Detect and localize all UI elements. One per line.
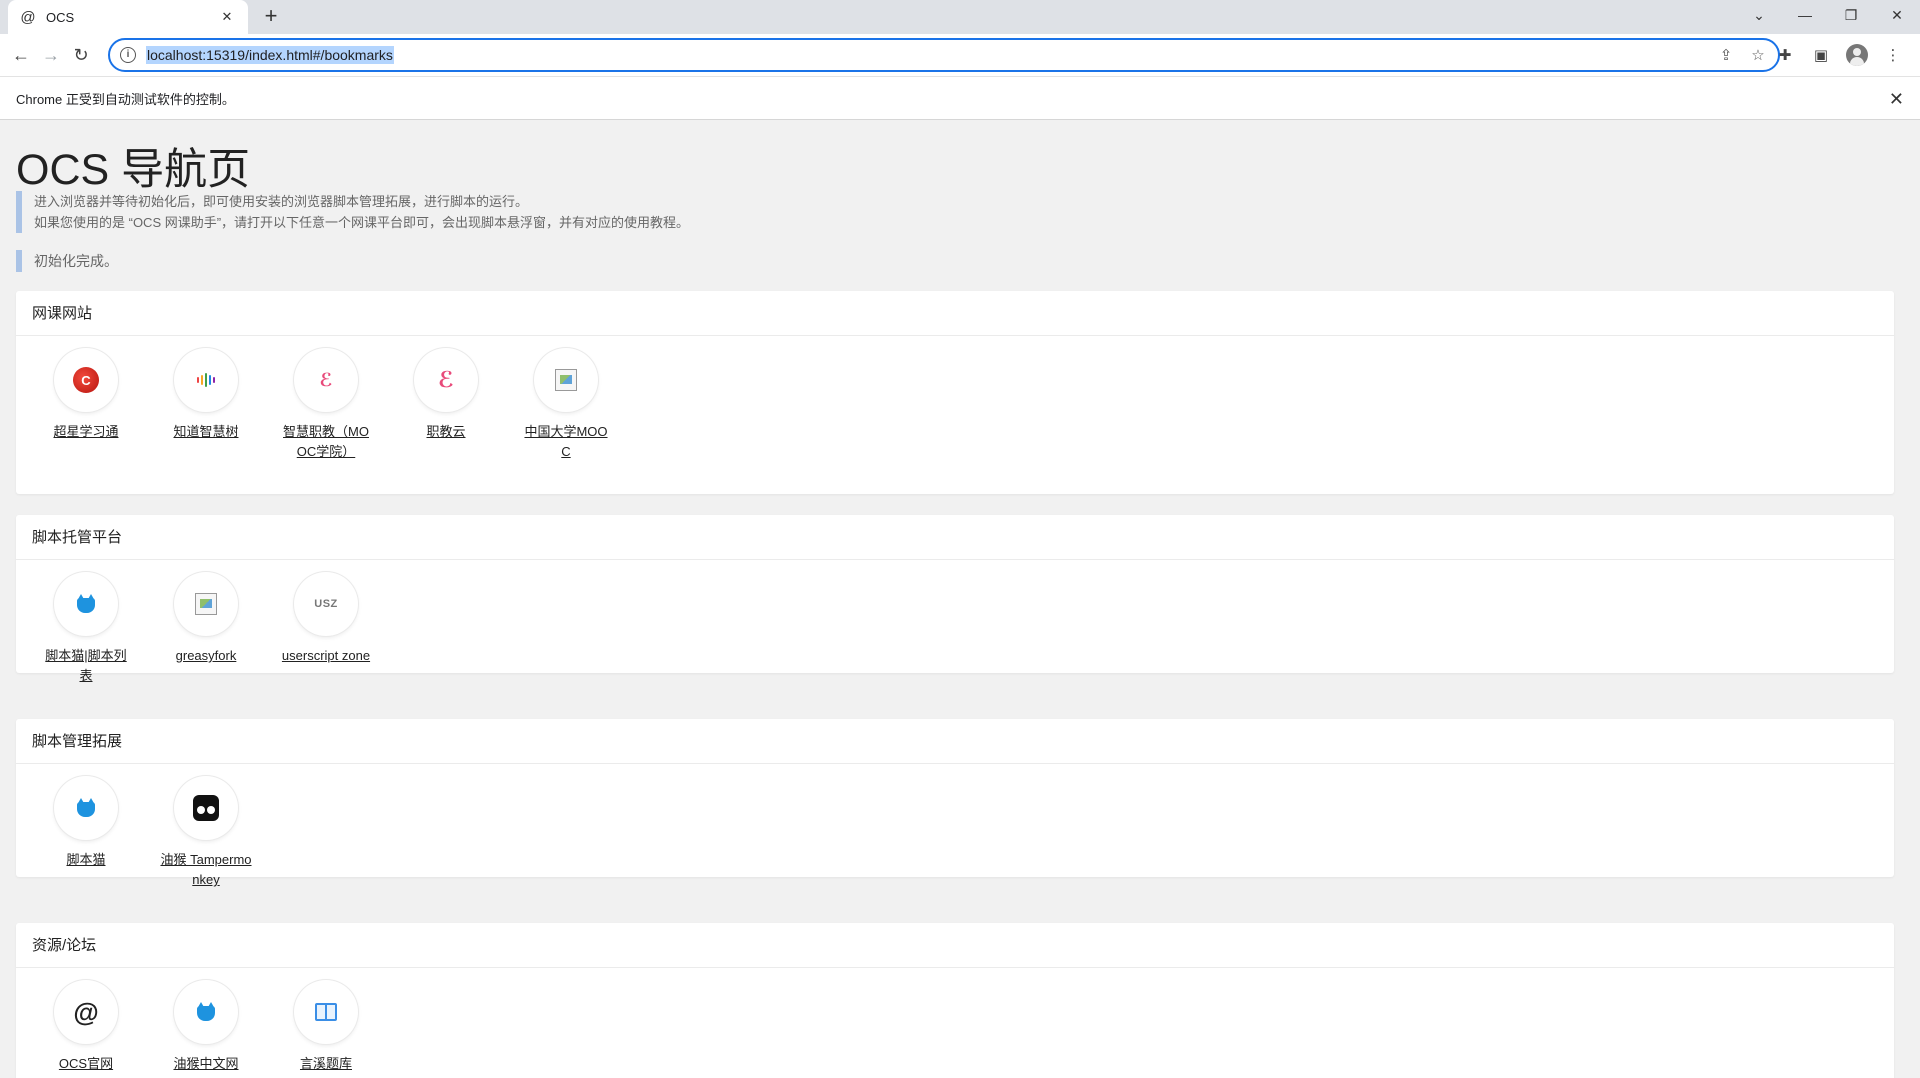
infobar-close-icon[interactable]: ✕	[1889, 89, 1904, 110]
zhihuishu-icon	[174, 348, 238, 412]
bookmark-label[interactable]: 脚本猫|脚本列表	[40, 646, 132, 686]
side-panel-icon[interactable]: ▣	[1808, 42, 1834, 68]
restore-icon[interactable]: ❐	[1828, 0, 1874, 30]
bookmark-label[interactable]: OCS官网	[40, 1054, 132, 1074]
section-title: 资源/论坛	[16, 923, 1894, 968]
page-content: OCS 导航页 进入浏览器并等待初始化后，即可使用安装的浏览器脚本管理拓展，进行…	[0, 121, 1920, 1078]
notice-line: 进入浏览器并等待初始化后，即可使用安装的浏览器脚本管理拓展，进行脚本的运行。	[34, 194, 529, 209]
profile-avatar[interactable]	[1844, 42, 1870, 68]
section-title: 网课网站	[16, 291, 1894, 336]
back-arrow-icon[interactable]: ←	[6, 40, 36, 70]
reload-icon[interactable]: ↻	[66, 40, 96, 70]
bookmark-chaoxing[interactable]: C 超星学习通	[26, 348, 146, 462]
bookmark-label[interactable]: greasyfork	[160, 646, 252, 666]
section-title: 脚本托管平台	[16, 515, 1894, 560]
notice-line: 如果您使用的是 “OCS 网课助手”，请打开以下任意一个网课平台即可，会出现脚本…	[34, 215, 690, 230]
window-controls: ⌄ — ❐ ✕	[1736, 0, 1920, 30]
site-info-icon[interactable]: i	[120, 47, 136, 63]
section-title: 脚本管理拓展	[16, 719, 1894, 764]
at-icon: @	[20, 8, 36, 26]
icve-icon: ℰ	[294, 348, 358, 412]
tab-search-chevron-icon[interactable]: ⌄	[1736, 0, 1782, 30]
page-title: OCS 导航页	[16, 146, 251, 194]
bookmark-icve-mooc[interactable]: ℰ 智慧职教（MOOC学院）	[266, 348, 386, 462]
extensions-puzzle-icon[interactable]: ✚	[1772, 42, 1798, 68]
avatar-icon	[1846, 44, 1868, 66]
close-window-icon[interactable]: ✕	[1874, 0, 1920, 30]
bookmark-greasyfork[interactable]: greasyfork	[146, 572, 266, 686]
status-message: 初始化完成。	[16, 250, 118, 272]
close-tab-icon[interactable]: ✕	[218, 9, 236, 25]
bookmark-ocs-site[interactable]: @ OCS官网	[26, 980, 146, 1074]
bookmark-label[interactable]: 智慧职教（MOOC学院）	[280, 422, 372, 462]
scriptcat-icon	[174, 980, 238, 1044]
bookmark-yanxi-tiku[interactable]: 言溪题库	[266, 980, 386, 1074]
bookmark-label[interactable]: 脚本猫	[40, 850, 132, 870]
broken-image-icon	[174, 572, 238, 636]
bookmark-label[interactable]: 超星学习通	[40, 422, 132, 442]
bookmark-label[interactable]: 油猴中文网	[160, 1054, 252, 1074]
bookmark-star-icon[interactable]: ☆	[1748, 45, 1768, 65]
address-url[interactable]: localhost:15319/index.html#/bookmarks	[146, 46, 394, 64]
tampermonkey-icon	[174, 776, 238, 840]
bookmark-tampermonkey[interactable]: 油猴 Tampermonkey	[146, 776, 266, 890]
bookmark-zhihuishu[interactable]: 知道智慧树	[146, 348, 266, 462]
automation-infobar: Chrome 正受到自动测试软件的控制。 ✕	[0, 76, 1920, 120]
menu-kebab-icon[interactable]: ⋮	[1880, 42, 1906, 68]
zjy-icon: ℰ	[414, 348, 478, 412]
bookmark-icourse163[interactable]: 中国大学MOOC	[506, 348, 626, 462]
broken-image-icon	[534, 348, 598, 412]
new-tab-button[interactable]: +	[258, 4, 284, 30]
bookmark-zjy[interactable]: ℰ 职教云	[386, 348, 506, 462]
bookmark-label[interactable]: 油猴 Tampermonkey	[160, 850, 252, 890]
bookmark-label[interactable]: 言溪题库	[280, 1054, 372, 1074]
minimize-icon[interactable]: —	[1782, 0, 1828, 30]
usz-icon: USZ	[294, 572, 358, 636]
at-icon: @	[54, 980, 118, 1044]
chaoxing-icon: C	[54, 348, 118, 412]
address-bar[interactable]: i localhost:15319/index.html#/bookmarks …	[108, 38, 1780, 72]
bookmark-tampermonkey-cn[interactable]: 油猴中文网	[146, 980, 266, 1074]
tab-strip: @ OCS ✕ + ⌄ — ❐ ✕	[0, 0, 1920, 34]
scriptcat-icon	[54, 776, 118, 840]
section-card-script-managers: 脚本管理拓展 脚本猫 油猴 Tampermonkey	[16, 719, 1894, 887]
bookmark-scriptcat-list[interactable]: 脚本猫|脚本列表	[26, 572, 146, 686]
notice-block: 进入浏览器并等待初始化后，即可使用安装的浏览器脚本管理拓展，进行脚本的运行。 如…	[16, 191, 689, 233]
section-card-script-hosting: 脚本托管平台 脚本猫|脚本列表 greasyfork USZ userscrip…	[16, 515, 1894, 683]
bookmark-label[interactable]: userscript zone	[280, 646, 372, 666]
tab-title: OCS	[46, 9, 75, 25]
bookmark-scriptcat[interactable]: 脚本猫	[26, 776, 146, 890]
section-card-courses: 网课网站 C 超星学习通 知道智慧树 ℰ 智慧职教（MOOC学院） ℰ 职教云 …	[16, 291, 1894, 494]
bookmark-label[interactable]: 中国大学MOOC	[520, 422, 612, 462]
browser-toolbar: ← → ↻ i localhost:15319/index.html#/book…	[0, 34, 1920, 76]
scriptcat-icon	[54, 572, 118, 636]
infobar-text: Chrome 正受到自动测试软件的控制。	[16, 91, 235, 107]
forward-arrow-icon[interactable]: →	[36, 40, 66, 70]
section-card-resources: 资源/论坛 @ OCS官网 油猴中文网 言溪题库	[16, 923, 1894, 1078]
bookmark-userscript-zone[interactable]: USZ userscript zone	[266, 572, 386, 686]
book-icon	[294, 980, 358, 1044]
bookmark-label[interactable]: 知道智慧树	[160, 422, 252, 442]
browser-tab[interactable]: @ OCS ✕	[8, 0, 248, 34]
share-icon[interactable]: ⇪	[1716, 45, 1736, 65]
bookmark-label[interactable]: 职教云	[400, 422, 492, 442]
